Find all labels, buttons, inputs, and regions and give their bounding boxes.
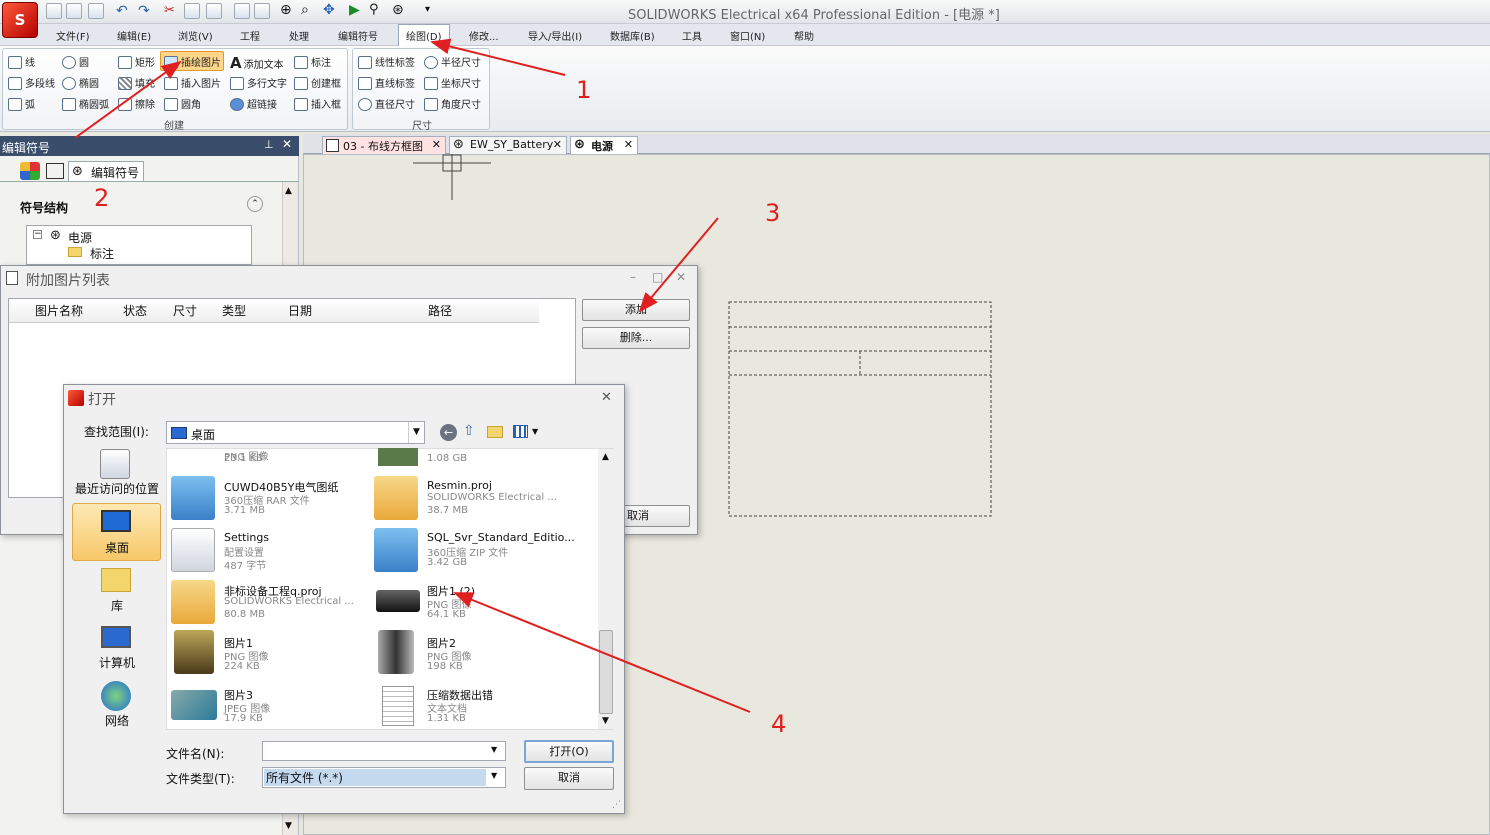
annotation-1: 1 — [576, 76, 592, 104]
annotation-4: 4 — [771, 710, 787, 738]
annotation-arrows — [74, 38, 751, 713]
annotation-2: 2 — [94, 184, 110, 212]
app-logo[interactable]: S — [2, 2, 38, 38]
annotation-3: 3 — [765, 199, 781, 227]
